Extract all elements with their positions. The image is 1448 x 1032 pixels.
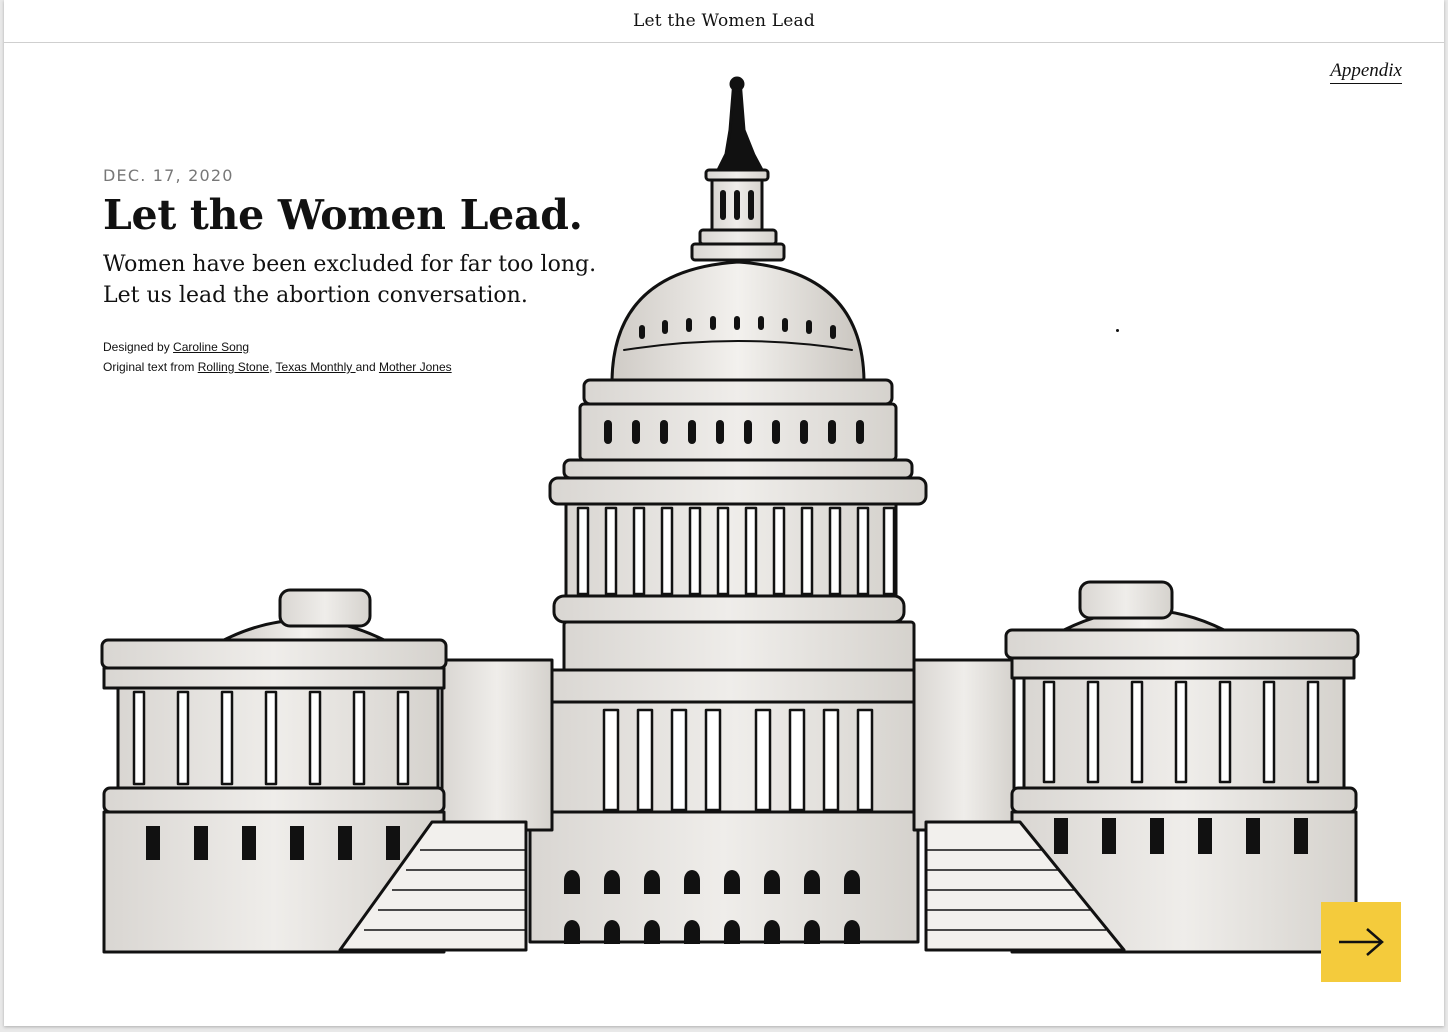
subheadline: Women have been excluded for far too lon… bbox=[103, 249, 663, 311]
top-bar: Let the Women Lead bbox=[4, 0, 1444, 43]
credits: Designed by Caroline Song Original text … bbox=[103, 337, 663, 377]
publish-date: DEC. 17, 2020 bbox=[103, 166, 234, 185]
next-button[interactable] bbox=[1321, 902, 1401, 982]
credit-and: and bbox=[355, 360, 379, 374]
page-frame: Let the Women Lead Appendix DEC. 17, 202… bbox=[4, 0, 1444, 1026]
subhead-line-2: Let us lead the abortion conversation. bbox=[103, 283, 528, 308]
arrow-right-icon bbox=[1339, 928, 1384, 956]
original-text-label: Original text from bbox=[103, 360, 198, 374]
designer-link[interactable]: Caroline Song bbox=[173, 340, 249, 354]
subhead-line-1: Women have been excluded for far too lon… bbox=[103, 252, 597, 277]
designer-credit: Designed by Caroline Song bbox=[103, 337, 663, 357]
site-title: Let the Women Lead bbox=[633, 10, 815, 31]
designed-by-label: Designed by bbox=[103, 340, 174, 354]
texas-monthly-link[interactable]: Texas Monthly bbox=[276, 360, 356, 374]
source-credit: Original text from Rolling Stone, Texas … bbox=[103, 357, 663, 377]
hero-text: DEC. 17, 2020 Let the Women Lead. Women … bbox=[103, 166, 663, 377]
mother-jones-link[interactable]: Mother Jones bbox=[379, 360, 452, 374]
page-title: Let the Women Lead. bbox=[103, 191, 583, 239]
decorative-dot bbox=[1116, 329, 1119, 332]
rolling-stone-link[interactable]: Rolling Stone bbox=[198, 360, 269, 374]
